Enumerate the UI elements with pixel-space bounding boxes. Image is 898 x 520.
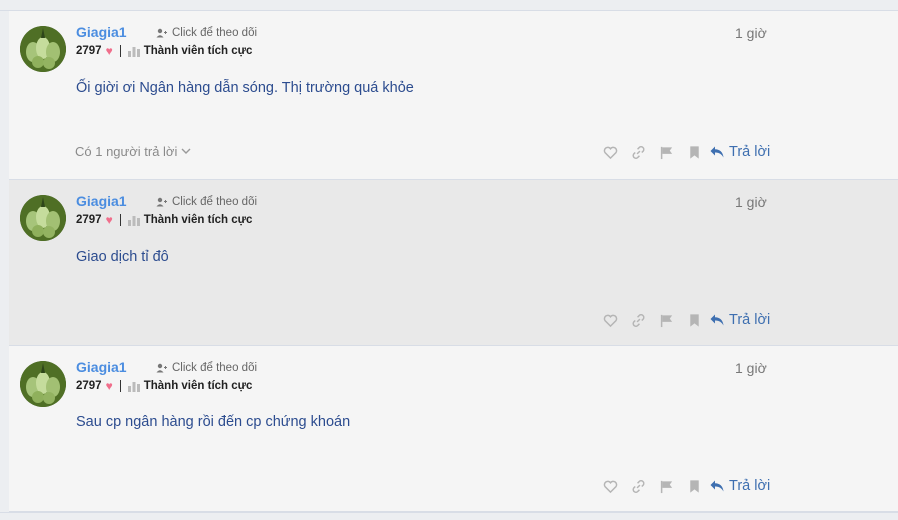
reply-label: Trả lời xyxy=(729,144,771,160)
flag-icon xyxy=(660,146,672,159)
follow-label: Click để theo dõi xyxy=(172,27,258,39)
top-divider xyxy=(0,0,898,11)
like-button[interactable] xyxy=(596,310,624,330)
post-time: 1 giờ xyxy=(735,360,767,376)
user-meta: 2797 ♥ Thành viên tích cực xyxy=(76,379,252,393)
flag-icon xyxy=(660,480,672,493)
report-button[interactable] xyxy=(652,142,680,162)
follow-label: Click để theo dõi xyxy=(172,362,258,374)
points-count: 2797 xyxy=(76,45,102,57)
report-button[interactable] xyxy=(652,476,680,496)
user-meta: 2797 ♥ Thành viên tích cực xyxy=(76,44,252,58)
like-button[interactable] xyxy=(596,142,624,162)
reply-arrow-icon xyxy=(710,480,724,492)
heart-icon: ♥ xyxy=(105,213,113,227)
post-actions: Trả lời xyxy=(596,142,770,162)
heart-icon: ♥ xyxy=(105,379,113,393)
points-count: 2797 xyxy=(76,214,102,226)
report-button[interactable] xyxy=(652,310,680,330)
like-button[interactable] xyxy=(596,476,624,496)
bottom-divider xyxy=(0,512,898,520)
replies-label: Có 1 người trả lời xyxy=(75,144,178,159)
reply-button[interactable]: Trả lời xyxy=(709,312,770,328)
link-icon xyxy=(632,479,644,493)
rank-badge-icon xyxy=(127,46,140,57)
heart-icon: ♥ xyxy=(105,44,113,58)
heart-outline-icon xyxy=(603,480,617,493)
username-link[interactable]: Giagia1 xyxy=(76,24,127,40)
avatar[interactable] xyxy=(20,195,66,241)
post-content: Sau cp ngân hàng rồi đến cp chứng khoán xyxy=(76,414,351,430)
points-count: 2797 xyxy=(76,380,102,392)
chevron-down-icon xyxy=(181,148,191,154)
user-meta: 2797 ♥ Thành viên tích cực xyxy=(76,213,252,227)
flag-icon xyxy=(660,314,672,327)
bookmark-icon xyxy=(689,313,699,327)
follow-button[interactable]: Click để theo dõi xyxy=(156,196,257,208)
comment-post: Giagia1 Click để theo dõi 2797 ♥ Thành v… xyxy=(9,180,898,346)
reply-button[interactable]: Trả lời xyxy=(709,144,770,160)
comment-post: Giagia1 Click để theo dõi 2797 ♥ Thành v… xyxy=(9,11,898,180)
heart-outline-icon xyxy=(603,146,617,159)
replies-toggle[interactable]: Có 1 người trả lời xyxy=(75,144,191,159)
avatar[interactable] xyxy=(20,26,66,72)
reply-arrow-icon xyxy=(710,146,724,158)
comment-post: Giagia1 Click để theo dõi 2797 ♥ Thành v… xyxy=(9,346,898,512)
bookmark-icon xyxy=(689,145,699,159)
bookmark-button[interactable] xyxy=(680,476,708,496)
copy-link-button[interactable] xyxy=(624,142,652,162)
user-plus-icon xyxy=(156,28,167,38)
rank-label: Thành viên tích cực xyxy=(143,380,253,392)
rank-badge-icon xyxy=(127,215,140,226)
follow-label: Click để theo dõi xyxy=(172,196,258,208)
meta-separator xyxy=(119,214,121,226)
meta-separator xyxy=(119,380,121,392)
post-actions: Trả lời xyxy=(596,476,770,496)
copy-link-button[interactable] xyxy=(624,476,652,496)
reply-label: Trả lời xyxy=(729,312,771,328)
bookmark-button[interactable] xyxy=(680,310,708,330)
link-icon xyxy=(632,313,644,327)
username-link[interactable]: Giagia1 xyxy=(76,193,127,209)
post-time: 1 giờ xyxy=(735,25,767,41)
follow-button[interactable]: Click để theo dõi xyxy=(156,362,257,374)
link-icon xyxy=(632,145,644,159)
post-content: Giao dịch tỉ đô xyxy=(76,249,169,265)
meta-separator xyxy=(119,45,121,57)
avatar[interactable] xyxy=(20,361,66,407)
reply-arrow-icon xyxy=(710,314,724,326)
rank-label: Thành viên tích cực xyxy=(143,45,253,57)
post-content: Ối giời ơi Ngân hàng dẫn sóng. Thị trườn… xyxy=(76,80,414,96)
copy-link-button[interactable] xyxy=(624,310,652,330)
rank-badge-icon xyxy=(127,381,140,392)
reply-label: Trả lời xyxy=(729,478,771,494)
user-plus-icon xyxy=(156,363,167,373)
username-link[interactable]: Giagia1 xyxy=(76,359,127,375)
reply-button[interactable]: Trả lời xyxy=(709,478,770,494)
bookmark-icon xyxy=(689,479,699,493)
bookmark-button[interactable] xyxy=(680,142,708,162)
post-time: 1 giờ xyxy=(735,194,767,210)
post-actions: Trả lời xyxy=(596,310,770,330)
heart-outline-icon xyxy=(603,314,617,327)
follow-button[interactable]: Click để theo dõi xyxy=(156,27,257,39)
user-plus-icon xyxy=(156,197,167,207)
rank-label: Thành viên tích cực xyxy=(143,214,253,226)
